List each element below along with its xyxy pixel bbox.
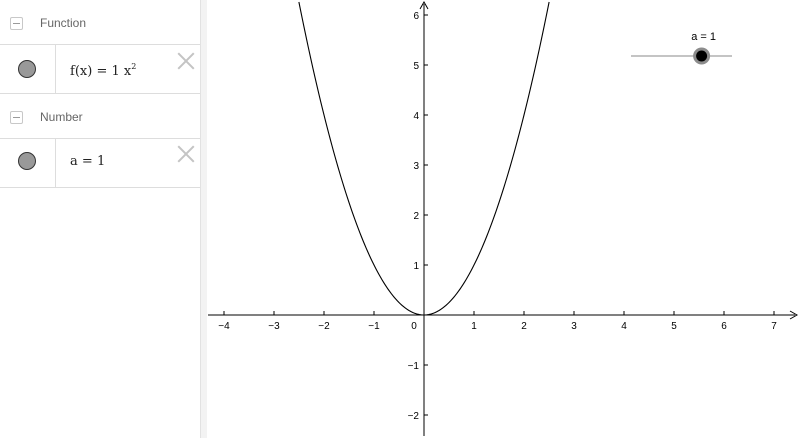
graphics-view[interactable]: −4 −3 −2 −1 0 1 2 3 4 5 6 7 −2 −1 1 2 3 4 5 6 a = 1 — [207, 0, 800, 438]
view-divider[interactable] — [200, 0, 207, 438]
slider-label: a = 1 — [691, 31, 716, 43]
delete-icon[interactable] — [177, 145, 195, 163]
algebra-view: Function f(x) = 1 x2 Number a = 1 — [0, 0, 200, 438]
y-tick-label: 2 — [413, 211, 419, 222]
equals-sign: = — [96, 64, 108, 79]
x-tick-label: −4 — [218, 321, 230, 332]
x-axis-ticks: −4 −3 −2 −1 0 1 2 3 4 5 6 7 — [218, 311, 777, 332]
x-tick-label: 4 — [621, 321, 627, 332]
function-definition[interactable]: f(x) = 1 x2 — [70, 62, 136, 79]
number-definition[interactable]: a = 1 — [70, 154, 105, 169]
y-tick-label: −2 — [408, 411, 420, 422]
equals-sign: = — [81, 154, 93, 169]
x-tick-label: 1 — [471, 321, 477, 332]
number-value: 1 — [96, 154, 106, 169]
group-label-function: Function — [40, 16, 87, 30]
y-tick-label: 5 — [413, 61, 419, 72]
x-tick-label: 0 — [411, 321, 417, 332]
function-exponent: 2 — [131, 62, 137, 71]
collapse-icon[interactable] — [10, 17, 23, 30]
visibility-toggle-icon[interactable] — [18, 60, 36, 78]
marble-cell — [0, 45, 56, 93]
marble-cell — [0, 139, 56, 187]
graph-canvas[interactable]: −4 −3 −2 −1 0 1 2 3 4 5 6 7 −2 −1 1 2 3 4 5 6 a = 1 — [207, 0, 800, 438]
group-label-number: Number — [40, 110, 83, 124]
delete-icon[interactable] — [177, 52, 195, 70]
paren-close: ) — [87, 64, 93, 79]
y-tick-label: 4 — [413, 111, 419, 122]
algebra-item-function-f[interactable]: f(x) = 1 x2 — [0, 44, 200, 94]
y-tick-label: 6 — [413, 11, 419, 22]
slider-knob[interactable] — [696, 50, 708, 62]
x-tick-label: 2 — [521, 321, 527, 332]
group-header-number[interactable]: Number — [0, 94, 200, 140]
axes — [208, 0, 799, 436]
y-axis-ticks: −2 −1 1 2 3 4 5 6 — [408, 11, 428, 422]
x-tick-label: −2 — [318, 321, 330, 332]
y-tick-label: 3 — [413, 161, 419, 172]
x-tick-label: 7 — [771, 321, 777, 332]
x-tick-label: 3 — [571, 321, 577, 332]
y-tick-label: −1 — [408, 361, 420, 372]
group-header-function[interactable]: Function — [0, 0, 200, 46]
x-tick-label: 5 — [671, 321, 677, 332]
function-coefficient: 1 — [111, 64, 120, 79]
algebra-item-number-a[interactable]: a = 1 — [0, 138, 200, 188]
slider-a[interactable]: a = 1 — [631, 31, 732, 65]
number-name: a — [70, 154, 78, 169]
x-tick-label: −1 — [368, 321, 380, 332]
y-tick-label: 1 — [413, 261, 419, 272]
x-tick-label: 6 — [721, 321, 727, 332]
collapse-icon[interactable] — [10, 111, 23, 124]
visibility-toggle-icon[interactable] — [18, 152, 36, 170]
x-tick-label: −3 — [268, 321, 280, 332]
